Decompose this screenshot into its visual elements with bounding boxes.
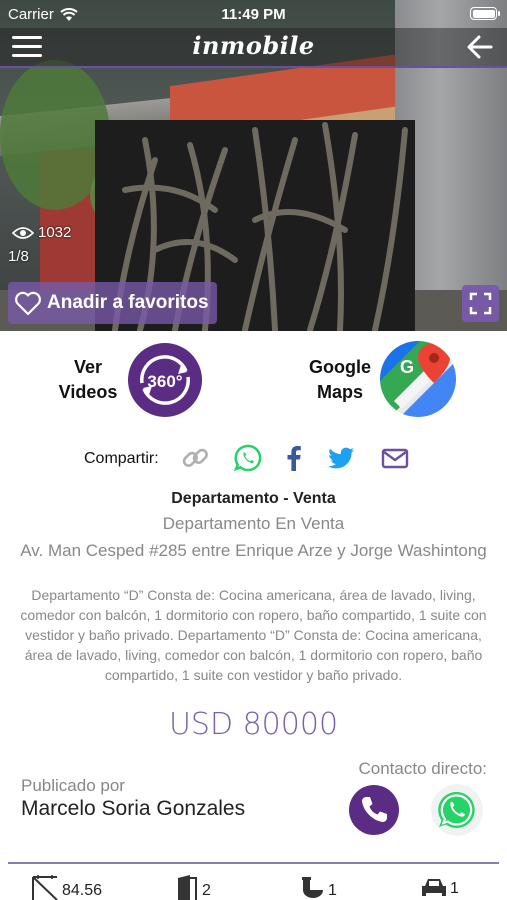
eye-icon (12, 226, 34, 239)
published-by-label: Publicado por (21, 776, 125, 795)
videos-label-line2: Videos (58, 382, 118, 402)
battery-icon (470, 7, 497, 20)
listing-price: USD 80000 (168, 707, 339, 742)
rooms-value: 2 (202, 882, 211, 899)
publisher-name: Marcelo Soria Gonzales (21, 797, 246, 820)
email-icon[interactable] (380, 443, 410, 473)
view-count: 1032 (12, 224, 71, 241)
maps-label[interactable]: Google Maps (300, 355, 380, 405)
back-arrow-icon[interactable] (465, 32, 495, 62)
maps-label-line2: Maps (316, 382, 363, 402)
rotate-360-icon: 360° (140, 355, 190, 405)
top-nav: inmobile (0, 28, 507, 68)
view-360-button[interactable]: 360° (128, 343, 202, 417)
whatsapp-contact-icon[interactable] (431, 784, 483, 836)
listing-description: Departamento “D” Consta de: Cocina ameri… (20, 587, 487, 683)
feature-area: 84.56 (30, 874, 102, 900)
share-row: Compartir: (0, 440, 507, 476)
videos-label[interactable]: Ver Videos (54, 355, 122, 405)
feature-parking: 1 (420, 874, 459, 898)
listing-type: Departamento - Venta (171, 490, 336, 507)
share-label: Compartir: (84, 450, 159, 467)
add-favorite-button[interactable]: Anadir a favoritos (8, 282, 217, 324)
add-favorite-label: Anadir a favoritos (47, 292, 209, 313)
battery-tip (498, 11, 500, 16)
direct-contact-label: Contacto directo: (358, 759, 487, 778)
area-value: 84.56 (62, 882, 103, 899)
whatsapp-share-icon[interactable] (233, 443, 263, 473)
heart-icon (15, 291, 41, 316)
feature-rooms: 2 (174, 874, 211, 900)
call-button[interactable] (349, 785, 399, 835)
view-count-value: 1032 (38, 224, 72, 241)
status-bar: Carrier 11:49 PM (0, 0, 507, 28)
phone-icon (362, 797, 387, 822)
google-maps-icon[interactable]: G (380, 341, 456, 417)
toilet-icon (302, 877, 323, 898)
facebook-icon[interactable] (279, 443, 309, 473)
car-icon (422, 879, 446, 896)
feature-baths: 1 (300, 874, 337, 900)
listing-address: Av. Man Cesped #285 entre Enrique Arze y… (20, 541, 487, 560)
parking-value: 1 (450, 880, 459, 897)
area-icon (32, 875, 58, 900)
fullscreen-icon[interactable] (462, 285, 499, 322)
app-logo: inmobile (192, 31, 315, 60)
twitter-icon[interactable] (326, 443, 356, 473)
videos-label-line1: Ver (73, 357, 103, 377)
link-icon[interactable] (180, 443, 210, 473)
listing-title: Departamento En Venta (162, 514, 345, 533)
media-actions: Ver Videos 360° Google Maps G (0, 338, 507, 424)
svg-text:G: G (400, 357, 414, 377)
badge-360: 360° (147, 372, 182, 391)
door-icon (178, 875, 197, 900)
section-divider (8, 862, 499, 864)
clock: 11:49 PM (221, 6, 286, 23)
photo-pager: 1/8 (8, 248, 29, 265)
maps-label-line1: Google (309, 357, 371, 377)
baths-value: 1 (328, 882, 337, 899)
